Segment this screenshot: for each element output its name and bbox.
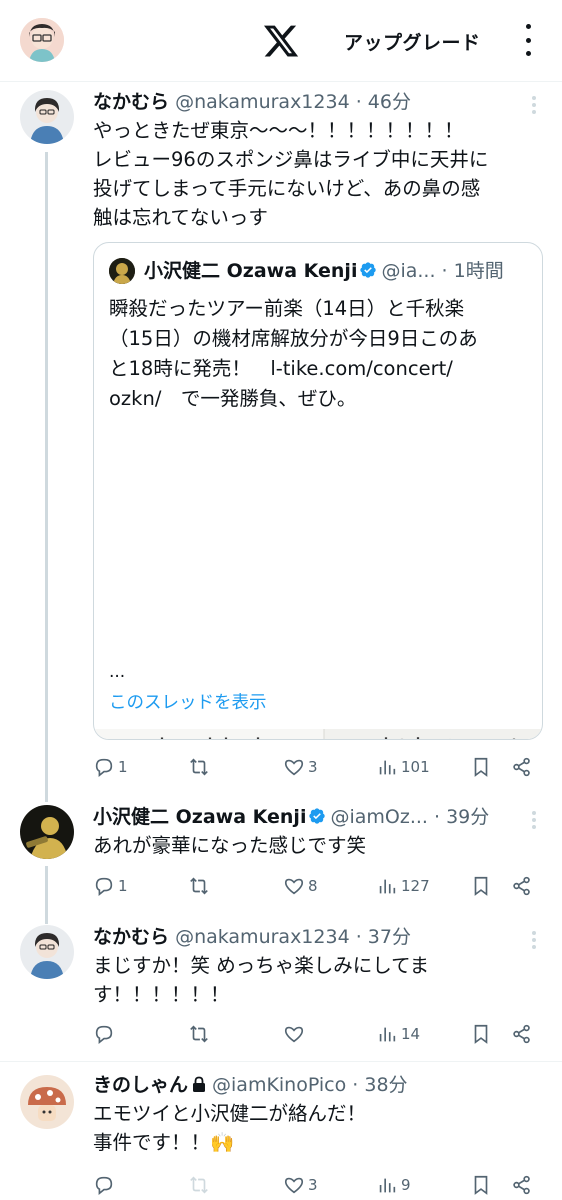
tweet-header: きのしゃん @iamKinoPico · 38分 — [93, 1073, 408, 1097]
handle-time[interactable]: @nakamurax1234 · 37分 — [175, 926, 411, 948]
thread-line — [45, 866, 48, 924]
views-icon — [379, 760, 396, 775]
bookmark-icon — [474, 757, 488, 777]
bookmark-button[interactable] — [470, 752, 492, 782]
handle-time[interactable]: @iamKinoPico · 38分 — [212, 1074, 408, 1096]
display-name[interactable]: きのしゃん — [93, 1074, 188, 1096]
retweet-button[interactable] — [188, 752, 213, 782]
profile-avatar[interactable] — [20, 18, 64, 62]
share-button[interactable] — [511, 752, 533, 782]
display-name[interactable]: なかむら — [93, 926, 169, 948]
bookmark-button[interactable] — [470, 1170, 492, 1200]
share-button[interactable] — [511, 871, 533, 901]
tweet-header: なかむら @nakamurax1234 · 37分 — [93, 925, 411, 949]
tweet-text: あれが豪華になった感じです笑 — [93, 834, 367, 857]
upgrade-button[interactable]: アップグレード — [344, 28, 481, 55]
x-logo-icon[interactable] — [262, 22, 300, 60]
avatar[interactable] — [20, 805, 74, 859]
reply-button[interactable] — [93, 1019, 118, 1049]
tweet-more-icon[interactable] — [532, 811, 538, 829]
heart-icon — [284, 759, 304, 776]
verified-badge-icon — [309, 808, 326, 824]
views-button[interactable]: 14 — [376, 1019, 420, 1049]
retweet-icon — [190, 758, 208, 776]
retweet-button[interactable] — [188, 1170, 213, 1200]
reply-icon — [95, 758, 113, 777]
share-button[interactable] — [511, 1019, 533, 1049]
thread-line — [45, 152, 48, 802]
tweet-more-icon[interactable] — [532, 96, 538, 114]
bookmark-button[interactable] — [470, 1019, 492, 1049]
like-button[interactable]: 3 — [283, 1170, 318, 1200]
retweet-button[interactable] — [188, 871, 213, 901]
bookmark-button[interactable] — [470, 871, 492, 901]
show-thread-link[interactable]: このスレッドを表示 — [109, 689, 267, 714]
like-button[interactable] — [283, 1019, 308, 1049]
views-button[interactable]: 101 — [376, 752, 430, 782]
views-button[interactable]: 127 — [376, 871, 430, 901]
quote-header: 小沢健二 Ozawa Kenji @ia... · 1時間 — [144, 260, 504, 282]
action-bar: 1 8 127 — [93, 871, 538, 901]
quote-image[interactable] — [94, 729, 543, 740]
share-icon — [513, 757, 530, 777]
like-button[interactable]: 3 — [283, 752, 318, 782]
reply-button[interactable] — [93, 1170, 118, 1200]
tweet-header: なかむら @nakamurax1234 · 46分 — [93, 90, 411, 114]
tweet-more-icon[interactable] — [532, 931, 538, 949]
more-options-icon[interactable] — [518, 20, 538, 60]
top-header: アップグレード — [0, 0, 562, 82]
like-button[interactable]: 8 — [283, 871, 318, 901]
action-bar: 3 9 — [93, 1170, 538, 1200]
share-button[interactable] — [511, 1170, 533, 1200]
action-bar: 14 — [93, 1019, 538, 1049]
tweet-header: 小沢健二 Ozawa Kenji @iamOz... · 39分 — [93, 805, 489, 829]
quote-truncation: ... — [109, 662, 126, 682]
views-button[interactable]: 9 — [376, 1170, 411, 1200]
display-name[interactable]: なかむら — [93, 91, 169, 113]
tweet-text: まじすか！笑 めっちゃ楽しみにしてま す！！！！！！ — [93, 954, 430, 1006]
avatar[interactable] — [20, 1075, 74, 1129]
quote-avatar — [109, 258, 135, 284]
quote-text: 瞬殺だったツアー前楽（14日）と千秋楽 （15日）の機材席解放分が今日9日このあ… — [109, 297, 478, 410]
avatar[interactable] — [20, 925, 74, 979]
lock-icon — [193, 1076, 206, 1092]
quoted-tweet[interactable]: 小沢健二 Ozawa Kenji @ia... · 1時間 瞬殺だったツアー前楽（… — [93, 242, 543, 740]
reply-button[interactable]: 1 — [93, 871, 128, 901]
verified-badge-icon — [360, 262, 377, 278]
divider — [0, 1061, 562, 1062]
handle-time[interactable]: @iamOz... · 39分 — [330, 806, 489, 828]
tweet-text: エモツイと小沢健二が絡んだ！ 事件です！！🙌 — [93, 1102, 367, 1154]
action-bar: 1 3 101 — [93, 752, 538, 782]
avatar[interactable] — [20, 90, 74, 144]
tweet-text: やっときたぜ東京〜〜〜！！！！！！！！ レビュー96のスポンジ鼻はライブ中に天井… — [93, 119, 489, 229]
display-name[interactable]: 小沢健二 Ozawa Kenji — [93, 806, 306, 828]
retweet-button[interactable] — [188, 1019, 213, 1049]
handle-time[interactable]: @nakamurax1234 · 46分 — [175, 91, 411, 113]
reply-button[interactable]: 1 — [93, 752, 128, 782]
